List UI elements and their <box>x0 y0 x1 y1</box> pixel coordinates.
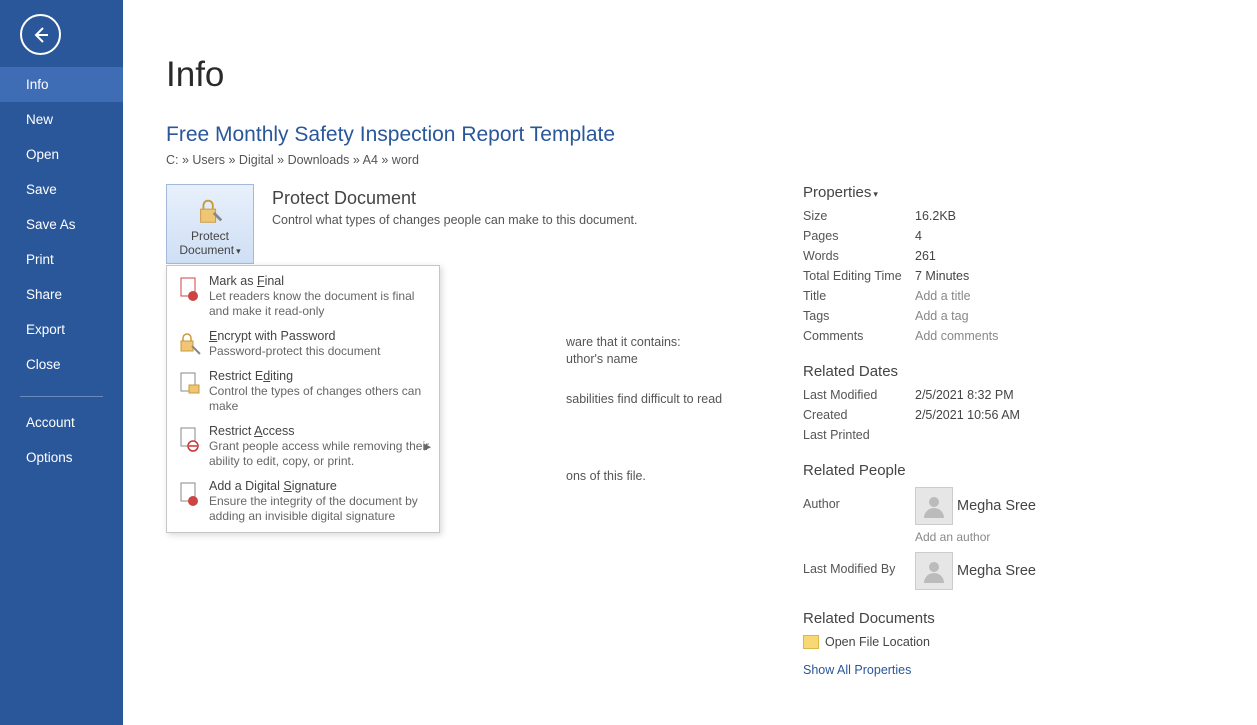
prop-modified-value: 2/5/2021 8:32 PM <box>915 388 1014 402</box>
avatar <box>915 552 953 590</box>
protect-document-menu: Mark as Final Let readers know the docum… <box>166 265 440 533</box>
main-pane: Info Free Monthly Safety Inspection Repo… <box>123 0 1257 725</box>
document-noaccess-icon <box>179 426 201 452</box>
inspect-fragment-2: uthor's name <box>566 352 638 366</box>
menu-restrict-editing-desc: Control the types of changes others can … <box>209 384 431 414</box>
avatar <box>915 487 953 525</box>
person-icon <box>921 558 947 584</box>
lock-key-icon <box>178 331 202 355</box>
inspect-fragment-3: sabilities find difficult to read <box>566 392 722 406</box>
menu-restrict-access[interactable]: Restrict Access Grant people access whil… <box>167 419 439 474</box>
prop-tags-label: Tags <box>803 309 915 323</box>
menu-restrict-access-desc: Grant people access while removing their… <box>209 439 431 469</box>
nav-save-as[interactable]: Save As <box>0 207 123 242</box>
related-docs-heading: Related Documents <box>803 610 1036 627</box>
prop-modby-value: Megha Sree <box>957 563 1036 579</box>
prop-created-label: Created <box>803 408 915 422</box>
nav-info[interactable]: Info <box>0 67 123 102</box>
nav-options[interactable]: Options <box>0 440 123 475</box>
prop-size-value: 16.2KB <box>915 209 956 223</box>
menu-encrypt-desc: Password-protect this document <box>209 344 431 359</box>
prop-author-value: Megha Sree <box>957 498 1036 514</box>
related-dates-heading: Related Dates <box>803 363 1036 380</box>
menu-signature-desc: Ensure the integrity of the document by … <box>209 494 431 524</box>
prop-pages-label: Pages <box>803 229 915 243</box>
folder-icon <box>803 635 819 649</box>
menu-digital-signature[interactable]: Add a Digital Signature Ensure the integ… <box>167 474 439 529</box>
nav-open[interactable]: Open <box>0 137 123 172</box>
arrow-left-icon <box>31 25 51 45</box>
nav-close[interactable]: Close <box>0 347 123 382</box>
properties-heading[interactable]: Properties▾ <box>803 184 1036 201</box>
menu-restrict-editing[interactable]: Restrict Editing Control the types of ch… <box>167 364 439 419</box>
prop-printed-label: Last Printed <box>803 428 915 442</box>
backstage-sidebar: Info New Open Save Save As Print Share E… <box>0 0 123 725</box>
nav-new[interactable]: New <box>0 102 123 137</box>
prop-title-value[interactable]: Add a title <box>915 289 971 303</box>
protect-document-heading: Protect Document <box>272 188 638 209</box>
protect-document-button[interactable]: ProtectDocument▾ <box>166 184 254 264</box>
nav-save[interactable]: Save <box>0 172 123 207</box>
menu-signature-title: Add a Digital Signature <box>209 479 431 493</box>
prop-title-label: Title <box>803 289 915 303</box>
nav-separator <box>20 396 103 397</box>
prop-editing-label: Total Editing Time <box>803 269 915 283</box>
document-lock-icon <box>179 371 201 397</box>
show-all-properties[interactable]: Show All Properties <box>803 663 911 677</box>
prop-tags-value[interactable]: Add a tag <box>915 309 969 323</box>
nav-account[interactable]: Account <box>0 405 123 440</box>
prop-words-label: Words <box>803 249 915 263</box>
menu-encrypt-title: Encrypt with Password <box>209 329 431 343</box>
prop-author-label: Author <box>803 487 915 511</box>
protect-document-block: ProtectDocument▾ Protect Document Contro… <box>166 184 803 264</box>
prop-modified-label: Last Modified <box>803 388 915 402</box>
nav-print[interactable]: Print <box>0 242 123 277</box>
menu-mark-as-final-title: Mark as Final <box>209 274 431 288</box>
menu-restrict-access-title: Restrict Access <box>209 424 431 438</box>
person-icon <box>921 493 947 519</box>
menu-mark-as-final-desc: Let readers know the document is final a… <box>209 289 431 319</box>
menu-restrict-editing-title: Restrict Editing <box>209 369 431 383</box>
menu-mark-as-final[interactable]: Mark as Final Let readers know the docum… <box>167 269 439 324</box>
inspect-fragment-1: ware that it contains: <box>566 335 681 349</box>
related-people-heading: Related People <box>803 462 1036 479</box>
submenu-arrow-icon: ▶ <box>424 441 431 452</box>
nav-export[interactable]: Export <box>0 312 123 347</box>
prop-editing-value: 7 Minutes <box>915 269 969 283</box>
back-button[interactable] <box>20 14 61 55</box>
menu-encrypt-password[interactable]: Encrypt with Password Password-protect t… <box>167 324 439 364</box>
inspect-fragment-4: ons of this file. <box>566 469 646 483</box>
prop-comments-value[interactable]: Add comments <box>915 329 998 343</box>
nav-share[interactable]: Share <box>0 277 123 312</box>
document-path: C: » Users » Digital » Downloads » A4 » … <box>166 153 1257 167</box>
prop-size-label: Size <box>803 209 915 223</box>
document-title: Free Monthly Safety Inspection Report Te… <box>166 123 1257 147</box>
open-file-location[interactable]: Open File Location <box>803 635 1036 649</box>
document-final-icon <box>179 276 201 302</box>
page-title: Info <box>166 55 1257 95</box>
prop-comments-label: Comments <box>803 329 915 343</box>
protect-document-desc: Control what types of changes people can… <box>272 213 638 227</box>
prop-pages-value: 4 <box>915 229 922 243</box>
document-signature-icon <box>179 481 201 507</box>
add-author-link[interactable]: Add an author <box>915 530 1036 544</box>
prop-created-value: 2/5/2021 10:56 AM <box>915 408 1020 422</box>
prop-modby-label: Last Modified By <box>803 552 915 576</box>
lock-icon <box>195 196 225 226</box>
prop-words-value: 261 <box>915 249 936 263</box>
